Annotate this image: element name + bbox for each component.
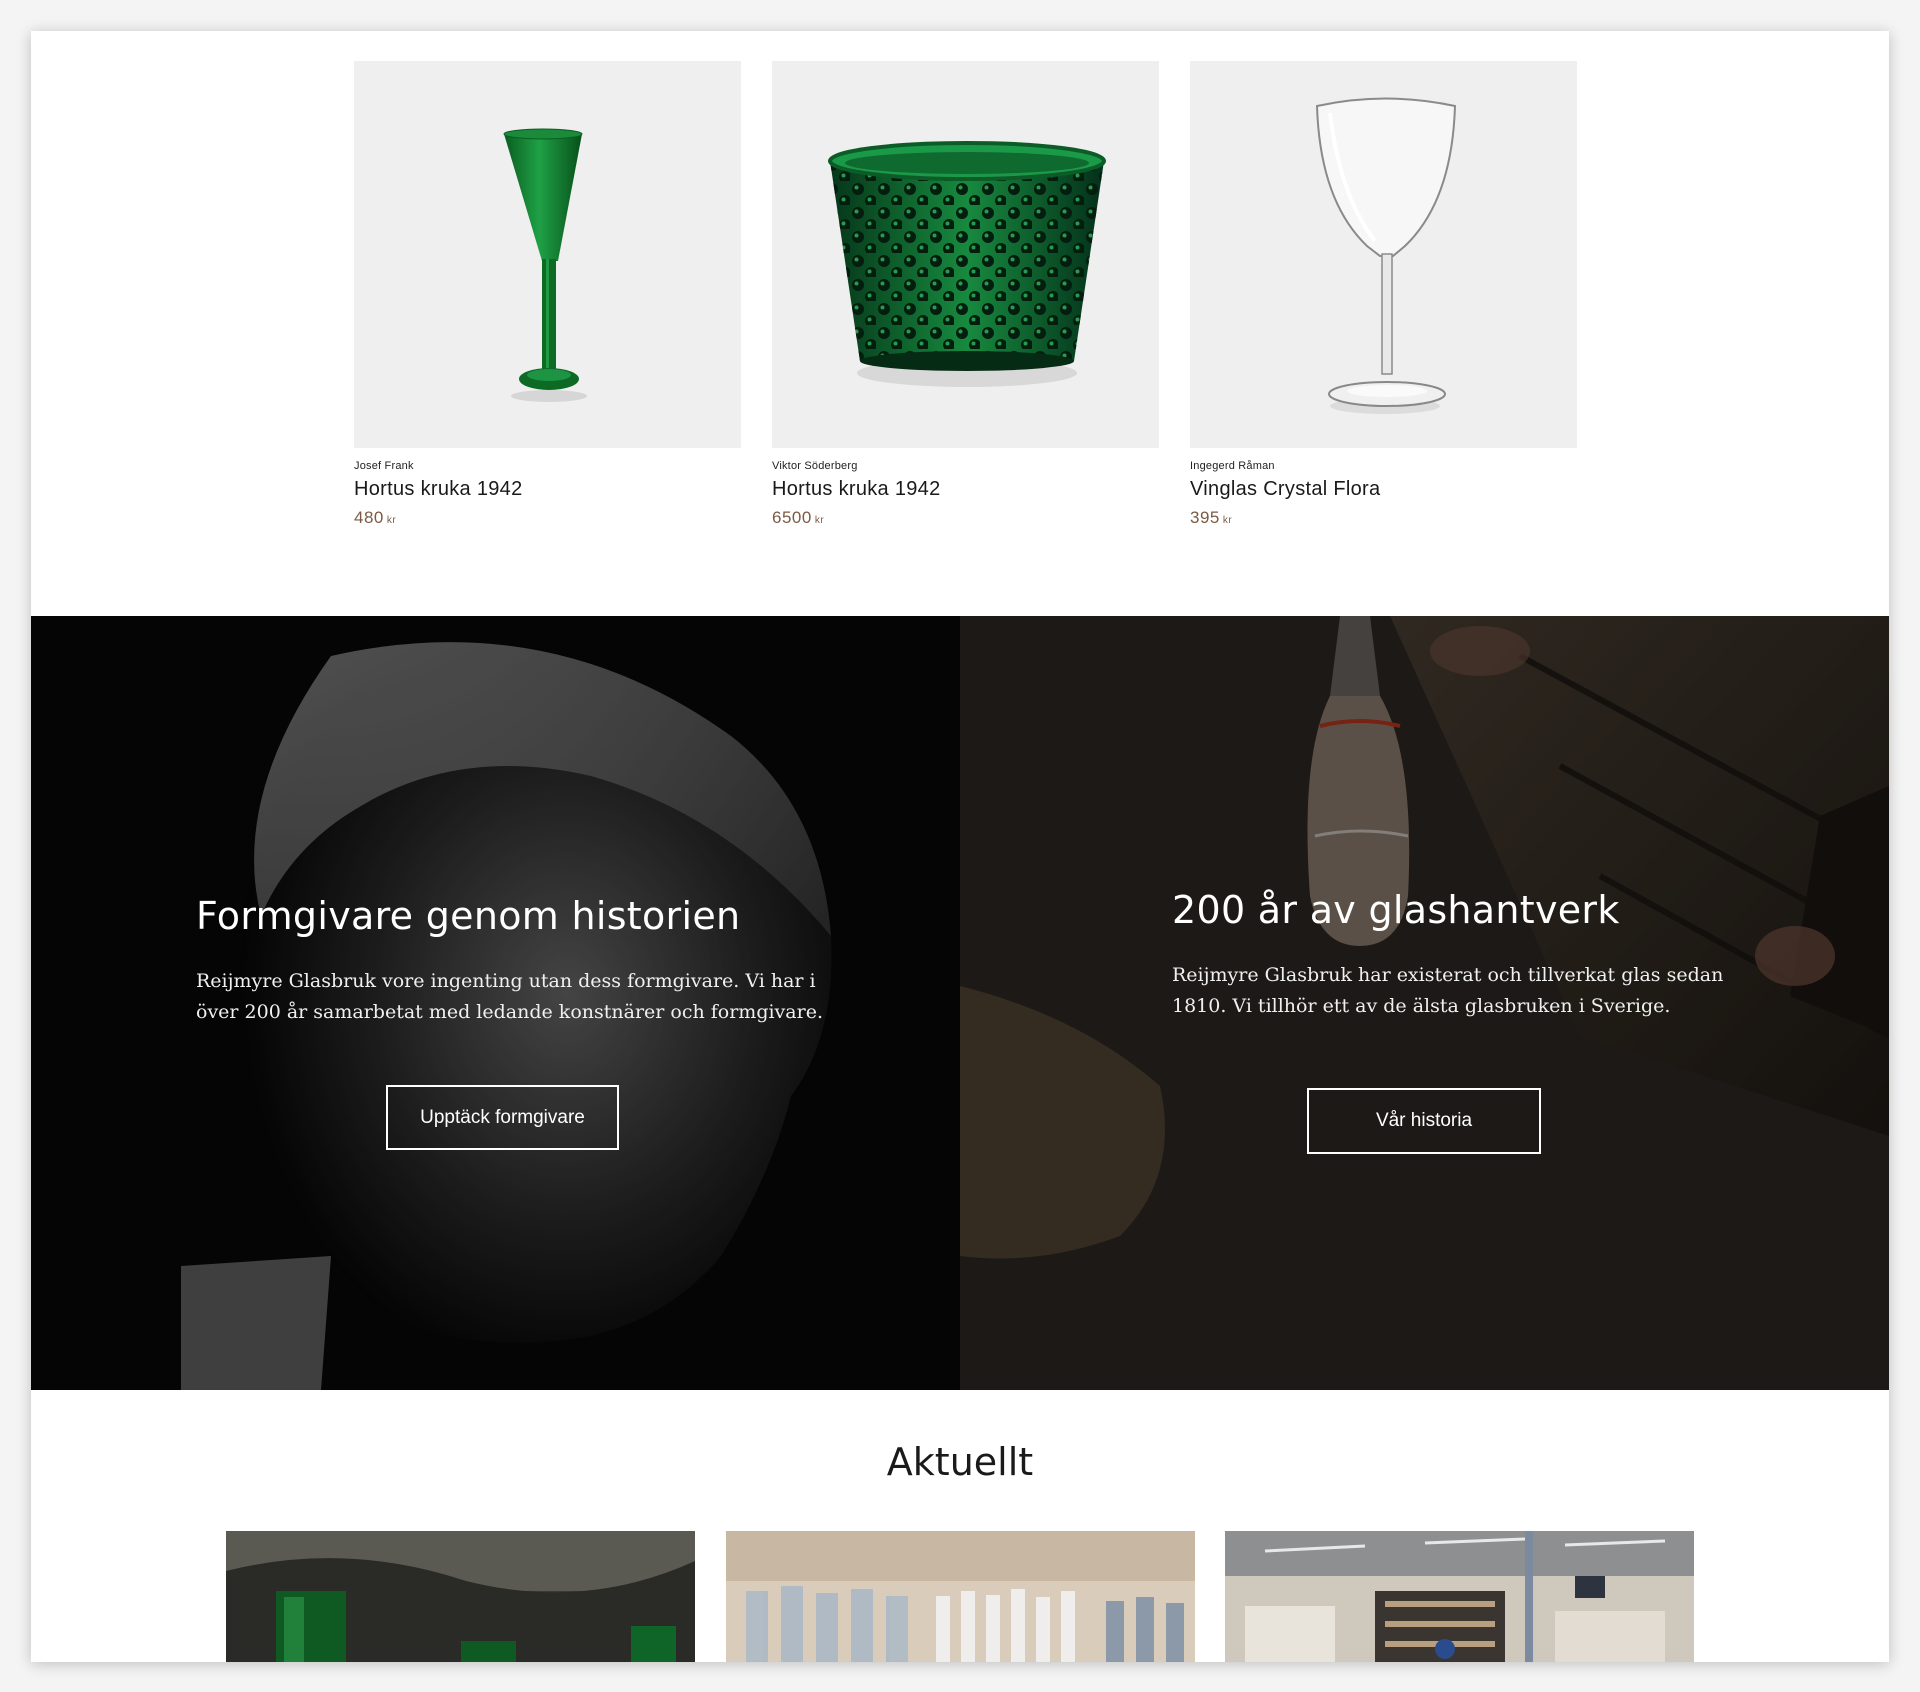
product-designer: Viktor Söderberg	[772, 460, 858, 472]
hero-banners: Formgivare genom historien Reijmyre Glas…	[31, 616, 1889, 1390]
price-value: 480	[354, 508, 384, 527]
green-hobnail-bowl-icon	[828, 141, 1106, 387]
product-name[interactable]: Vinglas Crystal Flora	[1190, 478, 1577, 501]
product-price: 480 kr	[354, 508, 741, 528]
banner-title: 200 år av glashantverk	[1172, 888, 1620, 932]
banner-text-line: över 200 år samarbetat med ledande konst…	[196, 1001, 823, 1023]
banner-text-line: 1810. Vi tillhör ett av de älsta glasbru…	[1172, 995, 1671, 1017]
product-card[interactable]: Viktor Söderberg Hortus kruka 1942 6500 k…	[772, 61, 1159, 528]
glassware-shelf-icon	[726, 1531, 1195, 1662]
news-card[interactable]	[1225, 1531, 1694, 1662]
product-image[interactable]	[1190, 61, 1577, 448]
green-glass-outdoor-icon	[226, 1531, 695, 1662]
banner-content: Formgivare genom historien Reijmyre Glas…	[196, 894, 836, 1028]
banner-content: 200 år av glashantverk Reijmyre Glasbruk…	[1172, 888, 1792, 1022]
clear-wine-glass-icon	[1315, 97, 1457, 414]
price-currency: kr	[386, 515, 397, 526]
banner-title: Formgivare genom historien	[196, 894, 741, 938]
product-image[interactable]	[772, 61, 1159, 448]
price-currency: kr	[1222, 515, 1233, 526]
banner-text-line: Reijmyre Glasbruk har existerat och till…	[1172, 964, 1724, 986]
product-grid: Josef Frank Hortus kruka 1942 480 kr Vik…	[354, 61, 1584, 561]
price-value: 6500	[772, 508, 812, 527]
green-flute-glass-icon	[503, 128, 587, 402]
product-price: 6500 kr	[772, 508, 1159, 528]
product-name[interactable]: Hortus kruka 1942	[354, 478, 741, 501]
product-price: 395 kr	[1190, 508, 1577, 528]
product-designer: Ingegerd Råman	[1190, 460, 1275, 472]
banner-text: Reijmyre Glasbruk vore ingenting utan de…	[196, 966, 836, 1028]
page-frame: Josef Frank Hortus kruka 1942 480 kr Vik…	[31, 31, 1889, 1662]
news-card[interactable]	[226, 1531, 695, 1662]
designers-banner[interactable]: Formgivare genom historien Reijmyre Glas…	[31, 616, 960, 1390]
product-card[interactable]: Josef Frank Hortus kruka 1942 480 kr	[354, 61, 741, 528]
news-card[interactable]	[726, 1531, 1195, 1662]
history-banner[interactable]: 200 år av glashantverk Reijmyre Glasbruk…	[960, 616, 1889, 1390]
product-designer: Josef Frank	[354, 460, 414, 472]
news-heading: Aktuellt	[886, 1440, 1034, 1484]
price-currency: kr	[814, 515, 825, 526]
our-history-button[interactable]: Vår historia	[1307, 1088, 1541, 1154]
banner-text: Reijmyre Glasbruk har existerat och till…	[1172, 960, 1792, 1022]
product-card[interactable]: Ingegerd Råman Vinglas Crystal Flora 395…	[1190, 61, 1577, 528]
price-value: 395	[1190, 508, 1220, 527]
product-name[interactable]: Hortus kruka 1942	[772, 478, 1159, 501]
product-image[interactable]	[354, 61, 741, 448]
discover-designers-button[interactable]: Upptäck formgivare	[386, 1085, 619, 1150]
glass-shop-interior-icon	[1225, 1531, 1694, 1662]
banner-text-line: Reijmyre Glasbruk vore ingenting utan de…	[196, 970, 816, 992]
